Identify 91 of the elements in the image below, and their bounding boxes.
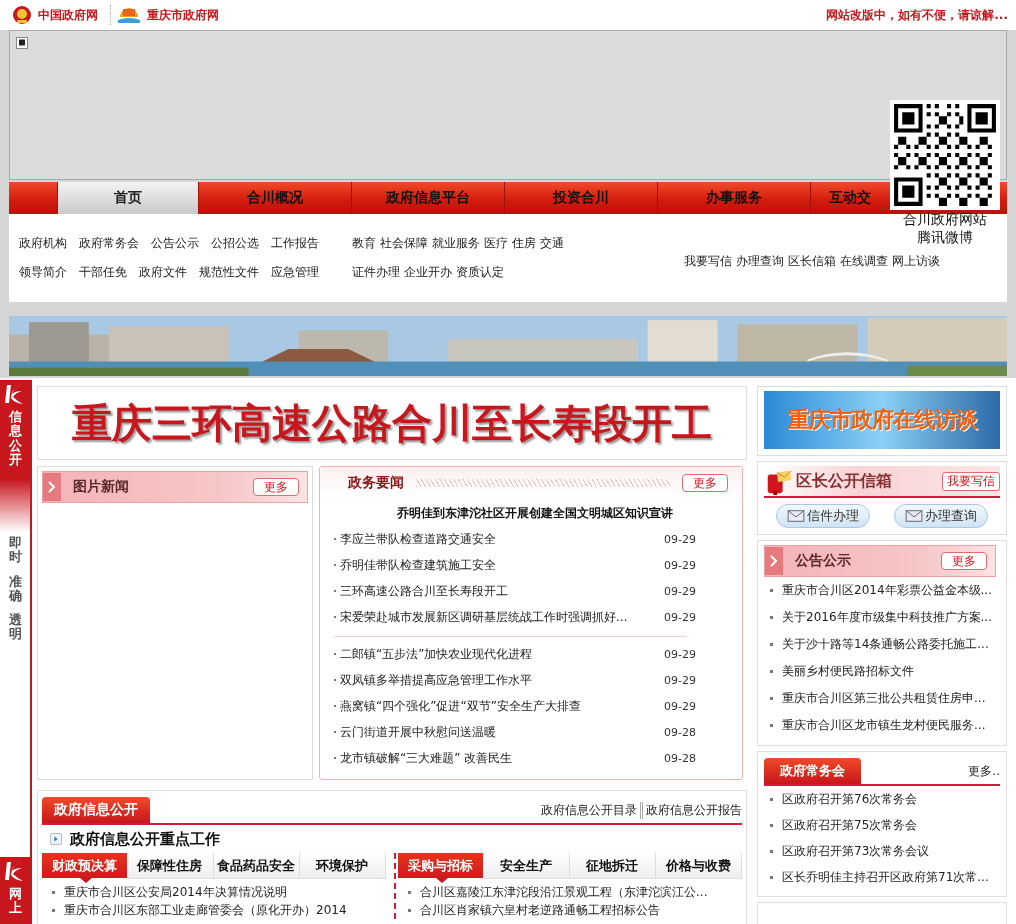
qr-caption: 腾讯微博 <box>917 228 973 246</box>
mailbox-title: 区长公开信箱 <box>796 470 893 492</box>
section-title: 政务要闻 <box>348 474 404 492</box>
play-icon <box>50 833 62 845</box>
motto-text: 即时 <box>8 536 22 565</box>
emblem-icon <box>12 5 32 25</box>
nav-tab[interactable]: 首页 <box>58 182 199 214</box>
news-link[interactable]: 云门街道开展中秋慰问送温暖 <box>334 723 496 741</box>
motto-text: 透明 <box>8 613 22 642</box>
quick-link[interactable]: 医疗 <box>483 235 508 252</box>
category-tab[interactable]: 征地拆迁 <box>569 853 656 879</box>
side-tab[interactable]: 网上 <box>0 857 30 924</box>
category-tab[interactable]: 食品药品安全 <box>213 853 300 879</box>
site-link[interactable]: 重庆市政府网 <box>147 6 219 24</box>
news-date: 09-29 <box>664 584 696 598</box>
quick-link[interactable]: 资质认定 <box>455 264 504 281</box>
category-tab[interactable]: 安全生产 <box>483 853 570 879</box>
more-link[interactable]: 更多.. <box>968 763 1000 784</box>
chevron-icon <box>43 473 61 501</box>
section-title: 公告公示 <box>795 552 852 570</box>
mail-button[interactable]: 办理查询 <box>894 504 988 528</box>
quick-link[interactable]: 领导简介 <box>19 264 67 281</box>
quick-link[interactable]: 网上访谈 <box>892 252 941 270</box>
lead-headline[interactable]: 乔明佳到东津沱社区开展创建全国文明城区知识宣讲 <box>334 505 736 522</box>
news-link[interactable]: 燕窝镇“四个强化”促进“双节”安全生产大排查 <box>334 697 581 715</box>
news-date: 09-29 <box>664 558 696 572</box>
category-tab[interactable]: 保障性住房 <box>127 853 214 879</box>
quick-link[interactable]: 住房 <box>511 235 536 252</box>
catalog-link[interactable]: 政府信息公开报告 <box>640 802 742 819</box>
quick-link[interactable]: 教育 <box>351 235 376 252</box>
news-link[interactable]: 双凤镇多举措提高应急管理工作水平 <box>334 671 532 689</box>
quick-link[interactable]: 企业开办 <box>403 264 452 281</box>
envelope-icon <box>787 509 805 523</box>
more-button[interactable]: 更多 <box>941 552 987 570</box>
quick-link[interactable]: 社会保障 <box>379 235 428 252</box>
subsection-title: 政府信息公开重点工作 <box>70 829 220 849</box>
quick-link[interactable]: 交通 <box>539 235 564 252</box>
category-tab[interactable]: 采购与招标 <box>398 853 484 883</box>
quick-link[interactable]: 区长信箱 <box>788 252 837 270</box>
news-link[interactable]: 三环高速公路合川至长寿段开工 <box>334 582 508 600</box>
motto-text: 准确 <box>8 574 22 604</box>
news-date: 09-29 <box>664 647 696 661</box>
side-tab[interactable]: 信息公开 <box>0 380 30 532</box>
nav-tab[interactable]: 互动交 <box>811 182 889 214</box>
quick-link[interactable]: 我要写信 <box>684 252 733 270</box>
quick-link[interactable]: 办理查询 <box>736 252 785 270</box>
more-button[interactable]: 更多 <box>253 478 299 496</box>
headline-text[interactable]: 重庆三环高速公路合川至长寿段开工 <box>72 395 712 451</box>
news-date: 09-29 <box>664 673 696 687</box>
quick-link[interactable]: 公招公选 <box>211 235 259 252</box>
sunrise-icon <box>110 5 141 25</box>
qr-caption: 合川政府网站 <box>903 210 987 228</box>
news-link[interactable]: 李应兰带队检查道路交通安全 <box>334 530 496 548</box>
quick-link[interactable]: 应急管理 <box>271 264 319 281</box>
write-button[interactable]: 我要写信 <box>942 471 1000 491</box>
section-title: 图片新闻 <box>73 478 130 496</box>
quick-link[interactable]: 公告公示 <box>151 235 199 252</box>
qr-code-icon <box>890 100 1000 210</box>
quick-link[interactable]: 政府机构 <box>19 235 67 252</box>
news-date: 09-29 <box>664 610 696 624</box>
side-title: 网上 <box>8 887 22 916</box>
quick-link[interactable]: 工作报告 <box>271 235 319 252</box>
image-icon <box>16 37 28 49</box>
news-date: 09-28 <box>664 751 696 765</box>
side-title: 信息公开 <box>8 410 22 468</box>
category-tab[interactable]: 财政预决算 <box>42 853 128 883</box>
quick-link[interactable]: 政府常务会 <box>79 235 139 252</box>
quick-link[interactable]: 就业服务 <box>431 235 480 252</box>
news-date: 09-28 <box>664 725 696 739</box>
quick-link[interactable]: 证件办理 <box>351 264 400 281</box>
news-link[interactable]: 龙市镇破解“三大难题” 改善民生 <box>334 749 513 767</box>
quick-link[interactable]: 规范性文件 <box>199 264 259 281</box>
news-date: 09-29 <box>664 532 696 546</box>
news-link[interactable]: 乔明佳带队检查建筑施工安全 <box>334 556 496 574</box>
category-tab[interactable]: 价格与收费 <box>655 853 742 879</box>
envelope-icon <box>905 509 923 523</box>
category-tab[interactable]: 环境保护 <box>299 853 386 879</box>
section-tab[interactable]: 政府信息公开 <box>42 797 150 823</box>
section-tab[interactable]: 政府常务会 <box>764 758 861 784</box>
notice-text: 网站改版中，如有不便，请谅解... <box>826 6 1008 24</box>
more-button[interactable]: 更多 <box>682 474 728 492</box>
quick-link[interactable]: 干部任免 <box>79 264 127 281</box>
quick-link[interactable]: 政府文件 <box>139 264 187 281</box>
mail-button[interactable]: 信件办理 <box>776 504 870 528</box>
news-date: 09-29 <box>664 699 696 713</box>
quick-link[interactable]: 在线调查 <box>840 252 889 270</box>
news-link[interactable]: 二郎镇“五步法”加快农业现代化进程 <box>334 645 533 663</box>
site-link[interactable]: 中国政府网 <box>38 6 98 24</box>
catalog-link[interactable]: 政府信息公开目录 <box>541 802 637 819</box>
news-link[interactable]: 宋爱荣赴城市发展新区调研基层统战工作时强调抓好... <box>334 608 628 626</box>
chevron-icon <box>765 547 783 575</box>
